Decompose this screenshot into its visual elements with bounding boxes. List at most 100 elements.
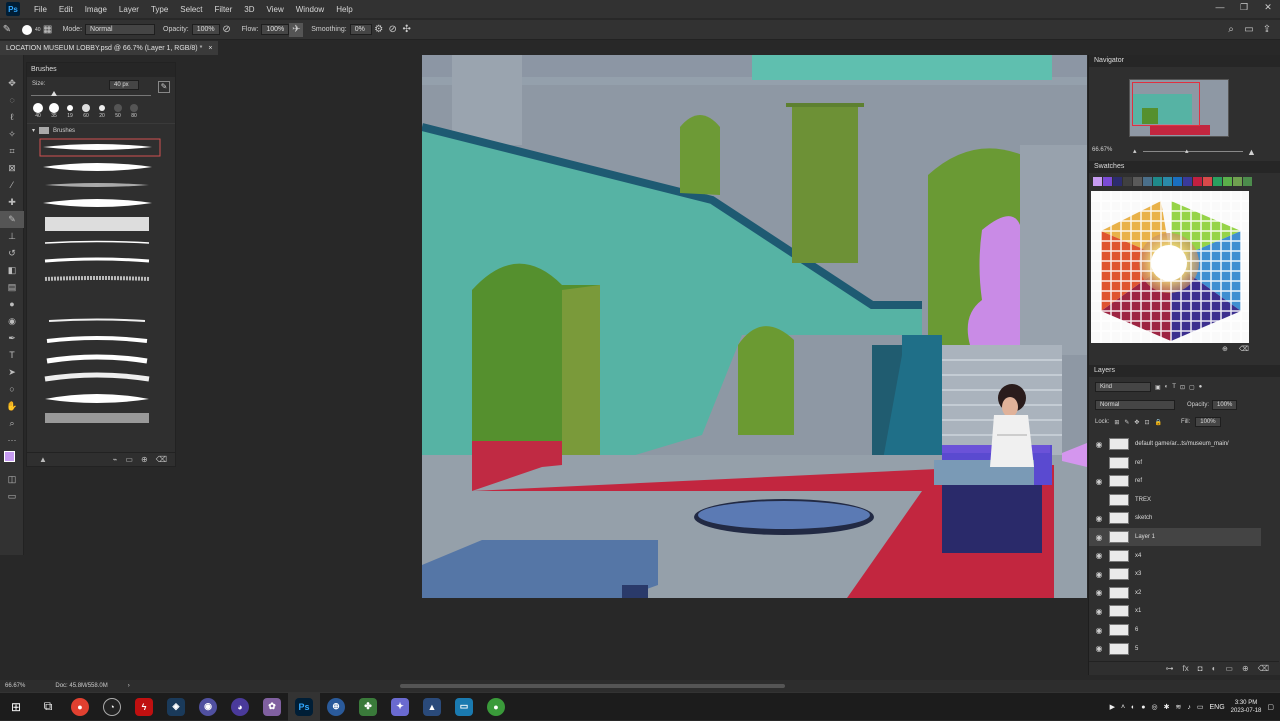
- symmetry-icon[interactable]: ✣: [400, 23, 414, 37]
- brush-group[interactable]: ▾ Brushes: [27, 123, 175, 137]
- menu-layer[interactable]: Layer: [113, 5, 145, 14]
- search-icon[interactable]: ⌕: [1224, 23, 1238, 37]
- layer-name[interactable]: x3: [1135, 571, 1141, 577]
- swatch[interactable]: [1143, 177, 1152, 186]
- eye-icon[interactable]: ◉: [1089, 440, 1109, 449]
- app-icon[interactable]: ✤: [352, 693, 384, 721]
- github-icon[interactable]: ◕: [224, 693, 256, 721]
- swatch[interactable]: [1193, 177, 1202, 186]
- app-icon[interactable]: ◔: [96, 693, 128, 721]
- history-brush-icon[interactable]: ↺: [0, 245, 24, 262]
- navigator-zoom-slider[interactable]: [1143, 151, 1243, 152]
- layer-name[interactable]: Layer 1: [1135, 534, 1155, 540]
- lock-artboard-icon[interactable]: ⊡: [1144, 419, 1149, 426]
- healing-tool-icon[interactable]: ✚: [0, 194, 24, 211]
- layer-row[interactable]: ◉ default game/ar...ts/museum_main/: [1089, 435, 1261, 453]
- trash-icon[interactable]: ⌫: [1239, 345, 1249, 353]
- size-slider-handle-icon[interactable]: [51, 91, 57, 96]
- tray-app-icon[interactable]: ◐: [1131, 704, 1135, 711]
- layer-name[interactable]: sketch: [1135, 515, 1152, 521]
- notification-icon[interactable]: ▢: [1267, 703, 1274, 711]
- size-slider[interactable]: [31, 95, 151, 96]
- pressure-size-icon[interactable]: ⊘: [386, 23, 400, 37]
- volume-icon[interactable]: ♪: [1187, 704, 1191, 711]
- type-tool-icon[interactable]: T: [0, 347, 24, 364]
- close-button[interactable]: ✕: [1256, 0, 1280, 18]
- layer-row[interactable]: TREX: [1089, 491, 1261, 509]
- minimize-button[interactable]: —: [1208, 0, 1232, 18]
- eye-icon[interactable]: ◉: [1089, 626, 1109, 635]
- status-zoom[interactable]: 66.67%: [5, 683, 25, 689]
- tray-app-icon[interactable]: ✱: [1164, 703, 1170, 711]
- obs-icon[interactable]: ◉: [192, 693, 224, 721]
- layer-row[interactable]: ◉ ref: [1089, 472, 1261, 490]
- menu-help[interactable]: Help: [330, 5, 358, 14]
- shape-filter-icon[interactable]: ⊡: [1180, 384, 1185, 391]
- eye-icon[interactable]: ◉: [1089, 533, 1109, 542]
- trash-icon[interactable]: ⌫: [1258, 664, 1269, 673]
- menu-select[interactable]: Select: [174, 5, 208, 14]
- image-filter-icon[interactable]: ▣: [1155, 384, 1161, 391]
- new-brush-icon[interactable]: ⊕: [141, 455, 148, 464]
- smoothing-settings-icon[interactable]: ⚙: [372, 23, 386, 37]
- menu-view[interactable]: View: [261, 5, 290, 14]
- opacity-field[interactable]: 100%: [191, 24, 220, 35]
- swatch[interactable]: [1183, 177, 1192, 186]
- swatch[interactable]: [1203, 177, 1212, 186]
- color-swatches[interactable]: [0, 449, 23, 471]
- brush-tool-icon[interactable]: ✎: [0, 211, 24, 228]
- layer-name[interactable]: TREX: [1135, 497, 1151, 503]
- layer-name[interactable]: 5: [1135, 646, 1138, 652]
- swatch[interactable]: [1233, 177, 1242, 186]
- brush-size-picker[interactable]: 40: [22, 24, 41, 35]
- zoom-tool-icon[interactable]: ⌕: [0, 415, 24, 432]
- layer-row[interactable]: ◉ 6: [1089, 621, 1261, 639]
- eyedropper-tool-icon[interactable]: ⁄: [0, 177, 24, 194]
- layer-name[interactable]: x1: [1135, 608, 1141, 614]
- swatch[interactable]: [1113, 177, 1122, 186]
- layer-name[interactable]: ref: [1135, 478, 1142, 484]
- preset-50[interactable]: 50: [113, 103, 123, 119]
- swatch[interactable]: [1153, 177, 1162, 186]
- eye-icon[interactable]: ◉: [1089, 607, 1109, 616]
- menu-type[interactable]: Type: [145, 5, 174, 14]
- steam-icon[interactable]: ◈: [160, 693, 192, 721]
- chrome-icon[interactable]: ●: [480, 693, 512, 721]
- photoshop-taskbar-icon[interactable]: Ps: [288, 692, 320, 721]
- brush-tool-icon[interactable]: ✎: [0, 23, 14, 37]
- swatch[interactable]: [1093, 177, 1102, 186]
- folder-icon[interactable]: ▭: [125, 455, 133, 464]
- menu-filter[interactable]: Filter: [209, 5, 239, 14]
- app-icon[interactable]: ▭: [448, 693, 480, 721]
- lock-all-icon[interactable]: 🔒: [1154, 419, 1161, 426]
- dodge-tool-icon[interactable]: ◉: [0, 313, 24, 330]
- lasso-tool-icon[interactable]: ℓ: [0, 109, 24, 126]
- app-icon[interactable]: ✦: [384, 693, 416, 721]
- layer-name[interactable]: x4: [1135, 553, 1141, 559]
- swatch[interactable]: [1223, 177, 1232, 186]
- game-bar-icon[interactable]: ▶: [1110, 703, 1115, 711]
- mask-icon[interactable]: ◘: [1198, 664, 1203, 673]
- foreground-color[interactable]: [4, 451, 15, 462]
- tray-app-icon[interactable]: ◎: [1152, 703, 1158, 711]
- swatch[interactable]: [1243, 177, 1252, 186]
- blur-tool-icon[interactable]: ●: [0, 296, 24, 313]
- airbrush-icon[interactable]: ✈: [289, 22, 304, 37]
- swatch[interactable]: [1133, 177, 1142, 186]
- new-layer-icon[interactable]: ⊕: [1242, 664, 1249, 673]
- workspace-icon[interactable]: ▭: [1242, 23, 1256, 37]
- eye-icon[interactable]: ◉: [1089, 644, 1109, 653]
- layer-name[interactable]: x2: [1135, 590, 1141, 596]
- layer-row[interactable]: ◉ Layer 1: [1089, 528, 1261, 546]
- flash-app-icon[interactable]: ϟ: [128, 693, 160, 721]
- mode-select[interactable]: Normal: [85, 24, 156, 35]
- layer-filter-select[interactable]: Kind: [1095, 382, 1151, 392]
- swatch[interactable]: [1103, 177, 1112, 186]
- frame-tool-icon[interactable]: ⊠: [0, 160, 24, 177]
- color-wheel-grid[interactable]: [1091, 191, 1249, 343]
- swatch[interactable]: [1123, 177, 1132, 186]
- group-folder-icon[interactable]: ▭: [1225, 664, 1233, 673]
- new-preset-icon[interactable]: ✎: [158, 81, 170, 93]
- size-field[interactable]: 40 px: [109, 80, 139, 90]
- status-arrow-icon[interactable]: ›: [128, 683, 130, 689]
